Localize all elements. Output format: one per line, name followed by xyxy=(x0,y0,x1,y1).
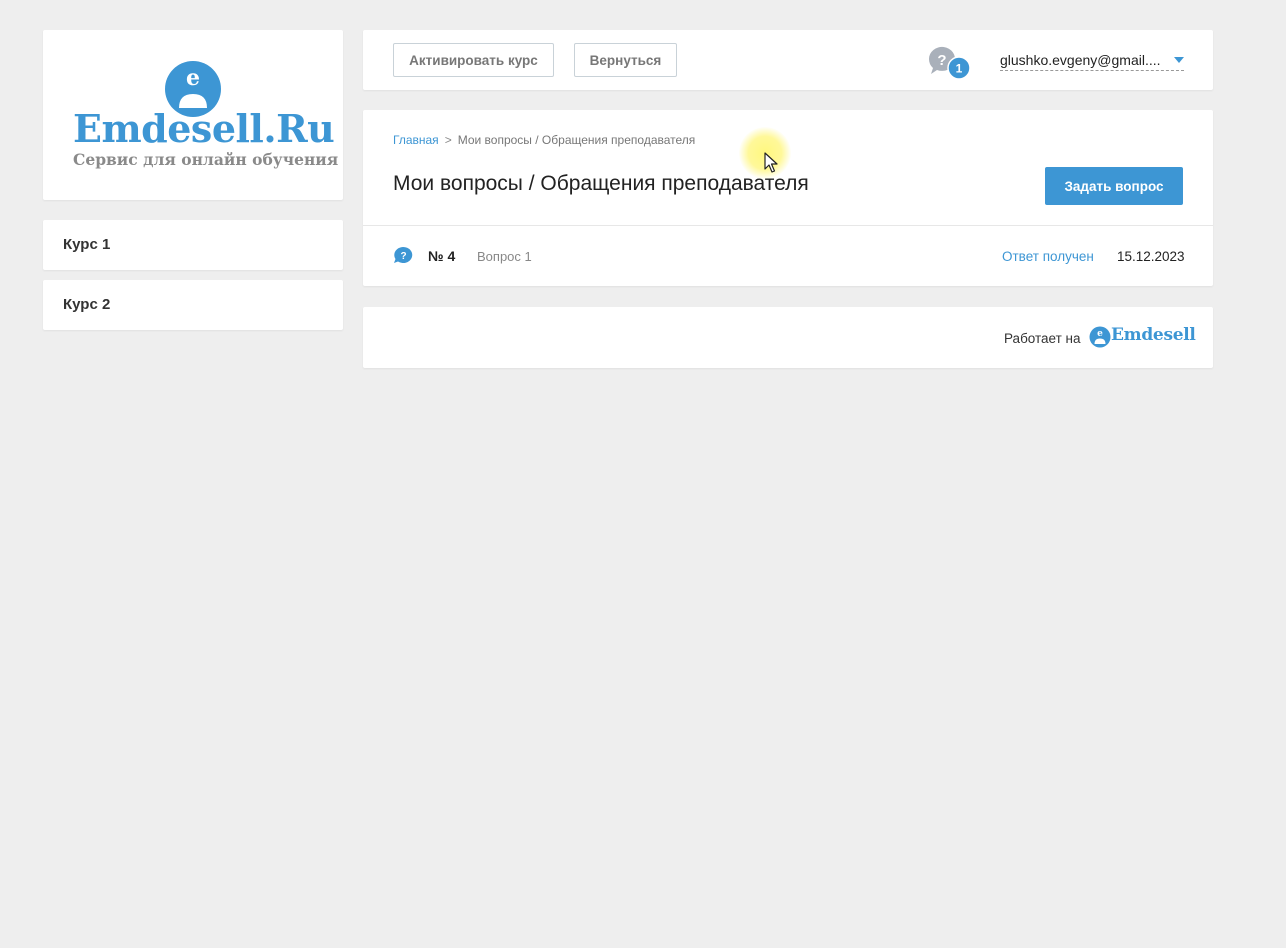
question-bubble-icon: ? xyxy=(394,246,413,263)
question-title: Вопрос 1 xyxy=(477,249,532,264)
question-status: Ответ получен xyxy=(1002,249,1094,264)
sidebar-item-course-2[interactable]: Курс 2 xyxy=(43,280,343,330)
svg-text:e: e xyxy=(186,65,200,91)
question-row[interactable]: ? № 4 Вопрос 1 Ответ получен 15.12.2023 xyxy=(363,226,1213,286)
question-date: 15.12.2023 xyxy=(1117,249,1185,264)
user-email: glushko.evgeny@gmail.... xyxy=(1000,52,1161,68)
logo-title: Emdesell.Ru xyxy=(73,106,335,151)
chevron-down-icon xyxy=(1174,57,1184,63)
user-avatar-icon: e xyxy=(1089,326,1111,348)
logo-card: e Emdesell.Ru Сервис для онлайн обучения xyxy=(43,30,343,200)
page-title: Мои вопросы / Обращения преподавателя xyxy=(393,172,809,195)
user-menu-dropdown[interactable]: glushko.evgeny@gmail.... xyxy=(1000,52,1184,71)
breadcrumb-home-link[interactable]: Главная xyxy=(393,133,439,147)
activate-course-button[interactable]: Активировать курс xyxy=(393,43,554,77)
top-bar: Активировать курс Вернуться ? 1 glushko.… xyxy=(363,30,1213,90)
footer-brand-name: Emdesell xyxy=(1111,325,1196,345)
mouse-cursor-icon xyxy=(764,152,778,173)
questions-card: Главная > Мои вопросы / Обращения преподав… xyxy=(363,110,1213,286)
breadcrumb-current: Мои вопросы / Обращения преподавателя xyxy=(457,133,696,147)
svg-text:e: e xyxy=(1097,329,1103,339)
notification-count-badge: 1 xyxy=(947,56,971,80)
footer-brand-logo[interactable]: e Emdesell xyxy=(1089,325,1196,353)
svg-text:?: ? xyxy=(400,251,406,262)
question-number: № 4 xyxy=(428,248,456,264)
svg-text:?: ? xyxy=(937,52,946,69)
svg-text:1: 1 xyxy=(956,62,963,76)
notifications-button[interactable]: ? 1 xyxy=(927,46,973,80)
sidebar-item-label: Курс 1 xyxy=(63,236,111,253)
sidebar-item-label: Курс 2 xyxy=(63,296,111,313)
sidebar-item-course-1[interactable]: Курс 1 xyxy=(43,220,343,270)
powered-by-label: Работает на xyxy=(1004,331,1081,346)
breadcrumb: Главная > Мои вопросы / Обращения преподав… xyxy=(393,133,695,147)
logo-subtitle: Сервис для онлайн обучения xyxy=(73,150,339,169)
ask-question-button[interactable]: Задать вопрос xyxy=(1045,167,1183,205)
site-logo[interactable]: e Emdesell.Ru Сервис для онлайн обучения xyxy=(43,30,343,200)
footer-card: Работает на e Emdesell xyxy=(363,307,1213,368)
breadcrumb-separator: > xyxy=(444,133,452,147)
back-button[interactable]: Вернуться xyxy=(574,43,677,77)
